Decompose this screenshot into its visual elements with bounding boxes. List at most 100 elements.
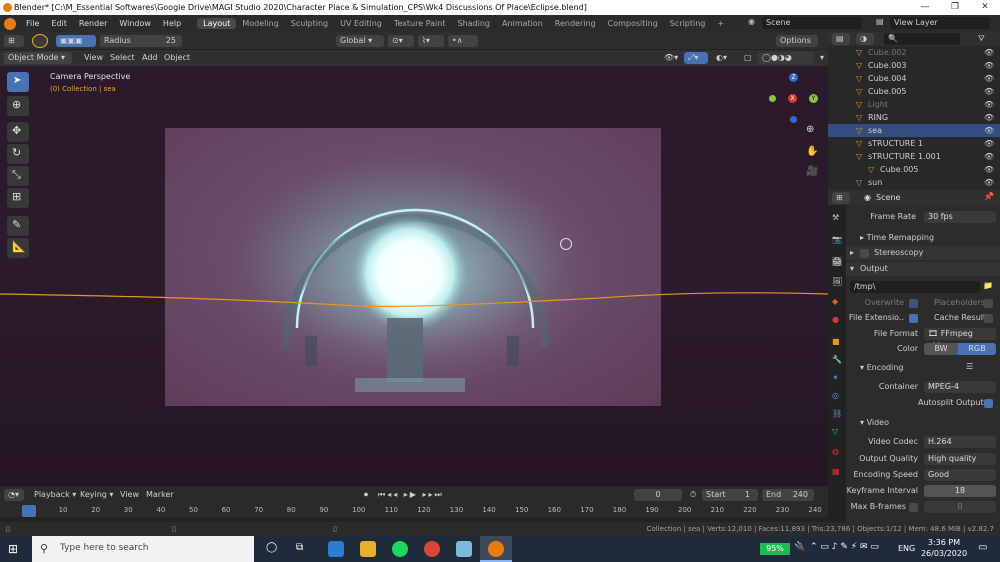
object-tab-icon[interactable]: ■ <box>832 337 840 346</box>
world-tab-icon[interactable]: ● <box>832 315 839 324</box>
gizmo-neg-y-icon[interactable] <box>769 95 776 102</box>
close-button[interactable]: ✕ <box>970 0 1000 15</box>
gizmo-x-axis-icon[interactable]: X <box>788 94 797 103</box>
scene-selector[interactable]: Scene <box>762 17 862 29</box>
current-frame-input[interactable]: 0 <box>634 489 682 501</box>
encoding-speed-dropdown[interactable]: Good <box>924 469 996 481</box>
mode-dropdown[interactable]: Object Mode ▾ <box>4 52 72 64</box>
outliner-row[interactable]: ▽ sea 👁 <box>828 124 1000 137</box>
blender-menu-icon[interactable] <box>4 17 16 30</box>
camera-view-icon[interactable]: 🎥 <box>806 166 818 177</box>
radius-field[interactable]: Radius 25 <box>100 35 182 47</box>
encoding-panel[interactable]: ▾ Encoding <box>860 361 1000 375</box>
cursor-tool-icon[interactable]: ⊕ <box>7 96 29 116</box>
select-box-tool-icon[interactable]: ➤ <box>7 72 29 92</box>
filter-icon[interactable]: ⛛ <box>974 33 990 45</box>
video-codec-dropdown[interactable]: H.264 <box>924 436 996 448</box>
task-view-icon[interactable]: ⧉ <box>296 542 303 553</box>
output-panel[interactable]: ▾ Output <box>846 262 1000 276</box>
gizmo-neg-z-icon[interactable] <box>790 116 797 123</box>
shading-dropdown-icon[interactable]: ▾ <box>816 52 826 64</box>
tab-compositing[interactable]: Compositing <box>602 18 664 29</box>
todo-app-icon[interactable] <box>328 541 344 557</box>
battery-indicator[interactable]: 95% <box>760 543 790 555</box>
cache-result-checkbox[interactable] <box>984 314 993 323</box>
transform-tool-icon[interactable]: ⊞ <box>7 188 29 208</box>
windows-start-icon[interactable]: ⊞ <box>8 542 18 556</box>
orientation-dropdown[interactable]: Global ▾ <box>336 35 384 47</box>
gizmo-y-axis-icon[interactable]: Y <box>809 94 818 103</box>
max-bframes-input[interactable]: 0 <box>924 501 996 513</box>
move-tool-icon[interactable]: ✥ <box>7 122 29 142</box>
xray-icon[interactable]: ▢ <box>740 52 754 64</box>
outliner-row[interactable]: ▽ Light 👁 <box>828 98 1000 111</box>
texture-tab-icon[interactable]: ▦ <box>832 467 840 476</box>
playback-controls-icons[interactable]: ⏮◂◂ ▸▶ ▸▸⏭ <box>374 489 454 501</box>
eye-icon[interactable]: 👁 <box>984 98 994 111</box>
eye-icon[interactable]: 👁 <box>984 72 994 85</box>
eye-icon[interactable]: 👁 <box>984 163 994 176</box>
menu-view[interactable]: View <box>80 52 107 64</box>
tab-sculpting[interactable]: Sculpting <box>285 18 334 29</box>
power-plug-icon[interactable]: 🔌 <box>794 542 805 552</box>
rotate-tool-icon[interactable]: ↻ <box>7 144 29 164</box>
clock-date[interactable]: 26/03/2020 <box>918 549 970 558</box>
eye-icon[interactable]: 👁 <box>984 111 994 124</box>
snap-icon[interactable]: ⌇▾ <box>418 35 444 47</box>
view-layer-selector[interactable]: View Layer <box>890 17 990 29</box>
tab-modeling[interactable]: Modeling <box>236 18 284 29</box>
stopwatch-icon[interactable]: ⏱ <box>686 489 698 501</box>
clock-time[interactable]: 3:36 PM <box>922 538 966 547</box>
minimize-button[interactable]: — <box>910 0 940 15</box>
playback-menu[interactable]: Playback ▾ <box>30 489 80 501</box>
outliner-row[interactable]: ▽ Cube.005 👁 <box>828 163 1000 176</box>
menu-object[interactable]: Object <box>160 52 194 64</box>
tab-uv-editing[interactable]: UV Editing <box>334 18 388 29</box>
scene-tab-icon[interactable]: ◆ <box>832 297 838 306</box>
editor-type-icon[interactable]: ⊞ <box>4 35 24 47</box>
playhead[interactable] <box>22 505 36 517</box>
language-indicator[interactable]: ENG <box>898 544 915 553</box>
menu-add[interactable]: Add <box>138 52 162 64</box>
tweak-tool-icon[interactable] <box>32 34 48 48</box>
tab-animation[interactable]: Animation <box>496 18 549 29</box>
outliner-row[interactable]: ▽ sTRUCTURE 1 👁 <box>828 137 1000 150</box>
time-remapping-panel[interactable]: ▸ Time Remapping <box>860 231 1000 245</box>
eye-icon[interactable]: 👁 <box>984 59 994 72</box>
video-panel[interactable]: ▾ Video <box>860 416 1000 430</box>
frame-rate-dropdown[interactable]: 30 fps <box>924 211 996 223</box>
outliner-row[interactable]: ▽ Cube.002 👁 <box>828 46 1000 59</box>
proportional-editing-icon[interactable]: •∧ <box>448 35 478 47</box>
menu-window[interactable]: Window <box>113 19 157 28</box>
outliner-row[interactable]: ▽ sTRUCTURE 1.001 👁 <box>828 150 1000 163</box>
eye-icon[interactable]: 👁 <box>984 85 994 98</box>
outliner-row[interactable]: ▽ sun 👁 <box>828 176 1000 189</box>
outliner-row[interactable]: ▽ Cube.005 👁 <box>828 85 1000 98</box>
menu-render[interactable]: Render <box>73 19 113 28</box>
overlay-icon[interactable]: ◐▾ <box>712 52 736 64</box>
file-explorer-icon[interactable] <box>360 541 376 557</box>
timeline-view-menu[interactable]: View <box>116 489 143 501</box>
render-tab-icon[interactable]: 📷 <box>832 235 842 244</box>
view-layer-tab-icon[interactable]: 🖼 <box>832 277 842 286</box>
cortana-icon[interactable]: ◯ <box>266 542 277 553</box>
placeholders-checkbox[interactable] <box>984 299 993 308</box>
scale-tool-icon[interactable]: ⤡ <box>7 166 29 186</box>
presets-list-icon[interactable]: ☰ <box>966 362 973 371</box>
menu-edit[interactable]: Edit <box>45 19 73 28</box>
output-path-input[interactable]: /tmp\ <box>850 281 980 293</box>
autosplit-checkbox[interactable] <box>984 399 993 408</box>
visibility-icon[interactable]: 👁▾ <box>660 52 684 64</box>
stereoscopy-checkbox[interactable] <box>860 249 869 258</box>
pan-hand-icon[interactable]: ✋ <box>806 146 818 157</box>
eye-icon[interactable]: 👁 <box>984 137 994 150</box>
display-mode-icon[interactable]: ◑ <box>856 33 874 45</box>
end-frame-input[interactable]: End 240 <box>762 489 814 501</box>
color-rgb-button[interactable]: RGB <box>958 343 996 355</box>
output-quality-dropdown[interactable]: High quality <box>924 453 996 465</box>
pin-icon[interactable]: 📌 <box>984 192 994 201</box>
add-workspace-button[interactable]: + <box>711 18 730 29</box>
blender-taskbar-button[interactable] <box>480 536 512 562</box>
pivot-icon[interactable]: ⊙▾ <box>388 35 414 47</box>
menu-file[interactable]: File <box>20 19 45 28</box>
